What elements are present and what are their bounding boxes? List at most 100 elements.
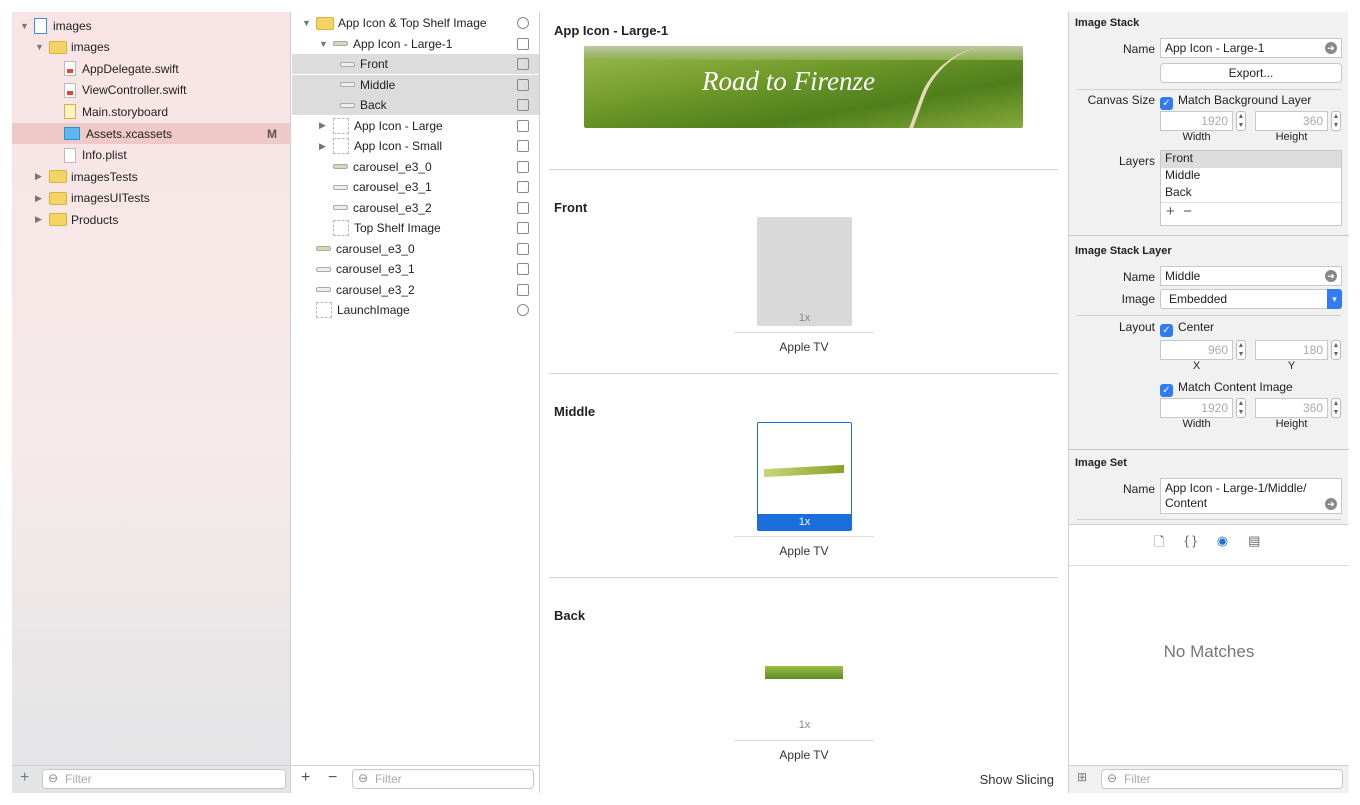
navigator-item[interactable]: Assets.xcassets M (12, 123, 291, 144)
asset-item[interactable]: ▼ App Icon - Large-1 (292, 34, 539, 54)
grid-view-icon[interactable]: ⊞ (1077, 770, 1087, 784)
asset-item[interactable]: Back (292, 95, 539, 115)
front-image-well[interactable]: 1x (757, 217, 852, 326)
remove-layer-button[interactable]: − (1183, 203, 1192, 220)
add-asset-button[interactable]: + (301, 769, 310, 787)
height-caption: Height (1275, 418, 1308, 430)
navigator-item[interactable]: Info.plist (12, 145, 291, 166)
asset-item[interactable]: carousel_e3_0 (292, 157, 539, 177)
layout-label: Layout (1118, 320, 1155, 334)
y-field[interactable]: 180 (1255, 340, 1328, 360)
asset-item[interactable]: carousel_e3_0 (292, 239, 539, 259)
disclosure-triangle-icon[interactable]: ▶ (35, 214, 45, 225)
stack-title: App Icon - Large-1 (554, 23, 669, 38)
disclosure-triangle-icon[interactable]: ▶ (35, 193, 45, 204)
navigator-item[interactable]: ▶ imagesUITests (12, 188, 291, 209)
content-width-field[interactable]: 1920 (1160, 398, 1233, 418)
asset-item[interactable]: Front (292, 54, 539, 74)
x-field[interactable]: 960 (1160, 340, 1233, 360)
asset-item[interactable]: carousel_e3_1 (292, 177, 539, 197)
navigator-filter-input[interactable]: Filter (42, 769, 286, 789)
library-filter-input[interactable]: Filter (1101, 769, 1343, 789)
image-label: Image (1121, 292, 1155, 306)
layer-row[interactable]: Middle (1161, 168, 1341, 185)
remove-asset-button[interactable]: − (328, 769, 337, 787)
asset-item[interactable]: Middle (292, 74, 539, 95)
content-height-field[interactable]: 360 (1255, 398, 1328, 418)
canvas-width-field[interactable]: 1920 (1160, 111, 1233, 131)
layer-row[interactable]: Front (1161, 151, 1341, 168)
width-stepper[interactable]: ▲ ▼ (1236, 111, 1246, 131)
center-checkbox[interactable]: ✓ Center (1160, 320, 1214, 337)
image-set-name-field[interactable]: App Icon - Large-1/Middle/Content ➜ (1160, 478, 1342, 514)
x-stepper[interactable]: ▲ ▼ (1236, 340, 1246, 360)
asset-item[interactable]: carousel_e3_2 (292, 198, 539, 218)
show-slicing-button[interactable]: Show Slicing (980, 772, 1054, 787)
asset-item[interactable]: LaunchImage (292, 300, 539, 320)
export-button[interactable]: Export... (1160, 63, 1342, 83)
asset-item[interactable]: Top Shelf Image (292, 218, 539, 238)
image-stack-layer-header: Image Stack Layer (1075, 245, 1172, 257)
asset-label: Front (360, 57, 389, 71)
y-stepper[interactable]: ▲ ▼ (1331, 340, 1341, 360)
image-asset-icon (340, 102, 355, 108)
media-library-icon[interactable]: ▤ (1248, 533, 1260, 555)
image-asset-icon (333, 205, 348, 210)
disclosure-triangle-icon[interactable]: ▼ (319, 39, 329, 49)
item-label: ViewController.swift (82, 83, 187, 98)
canvas-height-field[interactable]: 360 (1255, 111, 1328, 131)
empty-asset-icon (333, 117, 349, 134)
disclosure-triangle-icon[interactable]: ▼ (35, 42, 45, 52)
stack-name-field[interactable]: App Icon - Large-1 ➜ (1160, 38, 1342, 58)
content-width-stepper[interactable]: ▲ ▼ (1236, 398, 1246, 418)
item-label: AppDelegate.swift (82, 61, 179, 76)
navigator-item[interactable]: ▶ Products (12, 209, 291, 230)
back-image-well[interactable] (765, 666, 843, 679)
layer-back-title: Back (554, 608, 586, 623)
image-set-icon (517, 201, 529, 214)
navigator-item[interactable]: ▶ imagesTests (12, 166, 291, 187)
image-asset-icon (333, 184, 348, 190)
asset-item[interactable]: carousel_e3_1 (292, 259, 539, 279)
folder-icon (49, 40, 67, 54)
navigator-item[interactable]: ▼ images (12, 37, 291, 58)
disclosure-triangle-icon[interactable]: ▶ (319, 120, 329, 131)
object-library-icon[interactable]: ◉ (1217, 533, 1228, 555)
navigator-item[interactable]: Main.storyboard (12, 101, 291, 122)
navigator-item[interactable]: ViewController.swift (12, 80, 291, 101)
height-stepper[interactable]: ▲ ▼ (1331, 111, 1341, 131)
disclosure-triangle-icon[interactable]: ▼ (20, 21, 30, 31)
navigator-item[interactable]: ▼ images (12, 15, 291, 36)
file-template-icon[interactable]: 🗋 (1154, 533, 1164, 555)
disclosure-triangle-icon[interactable]: ▶ (35, 171, 45, 182)
asset-filter-bar: + − Filter (292, 765, 539, 793)
layer-name-field[interactable]: Middle ➜ (1160, 266, 1342, 286)
disclosure-triangle-icon[interactable]: ▶ (319, 141, 329, 152)
asset-item[interactable]: carousel_e3_2 (292, 280, 539, 300)
disclosure-triangle-icon[interactable]: ▼ (302, 18, 312, 28)
layer-row[interactable]: Back (1161, 185, 1341, 202)
asset-item[interactable]: ▼ App Icon & Top Shelf Image (292, 13, 539, 33)
match-background-checkbox[interactable]: ✓ Match Background Layer (1160, 93, 1311, 110)
asset-editor: App Icon - Large-1 Road to Firenze Front… (541, 12, 1066, 793)
item-label: Main.storyboard (82, 104, 169, 119)
asset-label: Top Shelf Image (354, 221, 441, 235)
empty-asset-icon (333, 220, 349, 236)
add-layer-button[interactable]: + (1166, 203, 1175, 220)
asset-filter-input[interactable]: Filter (352, 769, 534, 789)
asset-label: App Icon & Top Shelf Image (338, 16, 487, 30)
match-content-checkbox[interactable]: ✓ Match Content Image (1160, 380, 1293, 397)
middle-image-well[interactable]: 1x (757, 422, 852, 531)
project-navigator: ▼ images ▼ images AppDelegate.swift ViewContr… (12, 12, 291, 793)
content-height-stepper[interactable]: ▲ ▼ (1331, 398, 1341, 418)
add-button[interactable]: + (20, 769, 29, 787)
navigator-item[interactable]: AppDelegate.swift (12, 58, 291, 79)
scale-label: 1x (798, 719, 811, 731)
asset-item[interactable]: ▶ App Icon - Small (292, 136, 539, 156)
code-snippet-icon[interactable]: { } (1184, 533, 1196, 555)
image-select[interactable]: Embedded ▾ (1160, 289, 1342, 309)
image-set-icon (517, 222, 529, 234)
asset-label: carousel_e3_0 (353, 159, 432, 174)
project-icon (34, 17, 47, 34)
asset-item[interactable]: ▶ App Icon - Large (292, 116, 539, 136)
